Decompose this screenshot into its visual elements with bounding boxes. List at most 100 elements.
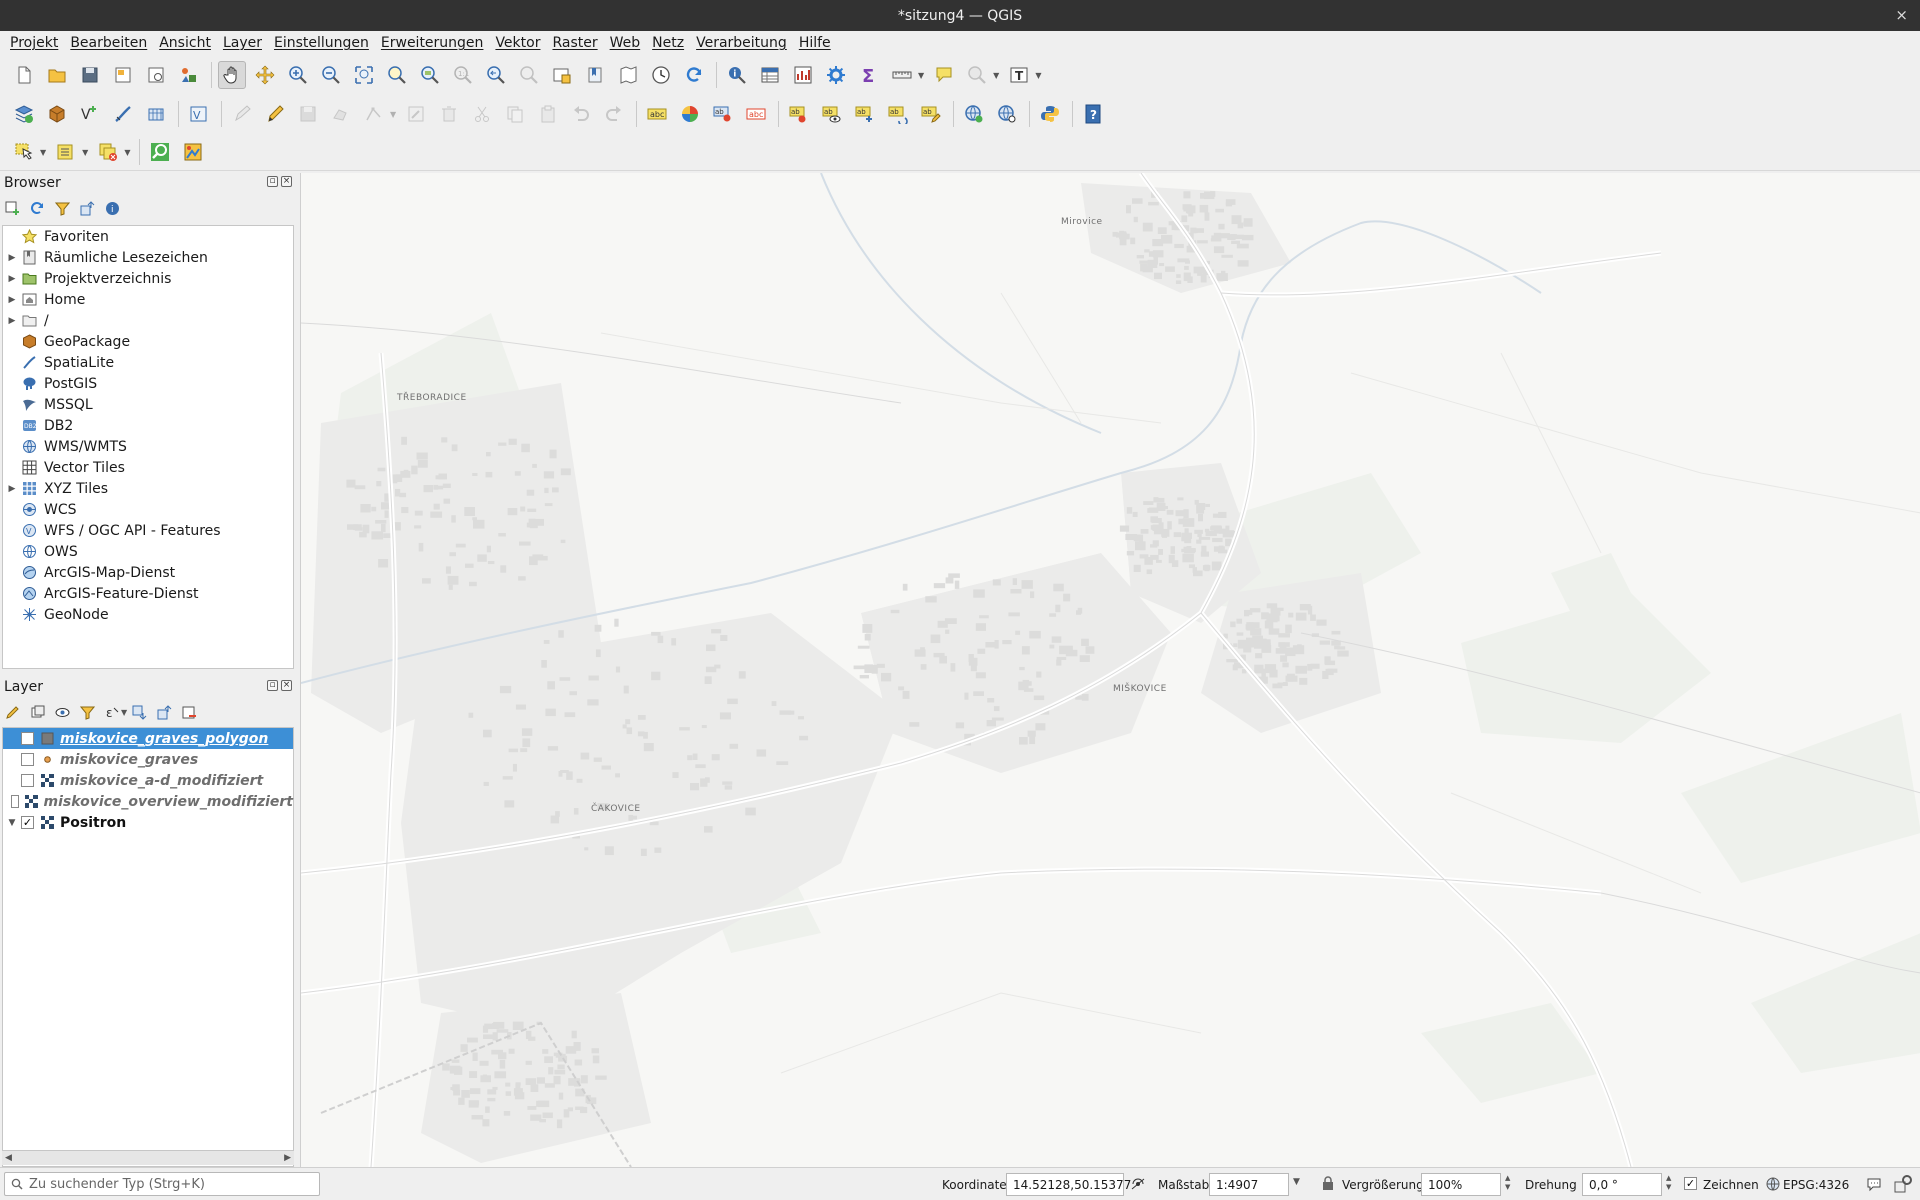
browser-item-wcs[interactable]: WCS (3, 499, 293, 520)
show-hide-labels-icon[interactable]: abc (742, 100, 770, 128)
new-spatialite-layer-icon[interactable] (109, 100, 137, 128)
highlight-pinned-labels-icon[interactable]: ab (785, 100, 813, 128)
chevron-down-icon[interactable]: ▼ (390, 110, 396, 119)
browser-item-db2[interactable]: DB2 DB2 (3, 415, 293, 436)
chevron-down-icon[interactable]: ▼ (993, 71, 999, 80)
map-canvas[interactable]: Mirovice TŘEBORADICE MIŠKOVICE ČAKOVICE (300, 173, 1920, 1167)
copy-features-icon[interactable] (501, 100, 529, 128)
crs-label[interactable]: EPSG:4326 (1783, 1178, 1849, 1192)
chevron-down-icon[interactable]: ▼ (82, 148, 88, 157)
menu-projekt[interactable]: Projekt (4, 35, 64, 51)
filter-browser-icon[interactable] (54, 200, 71, 217)
layer-diagram-icon[interactable] (676, 100, 704, 128)
change-label-icon[interactable]: ab (917, 100, 945, 128)
chevron-down-icon[interactable]: ▼ (40, 148, 46, 157)
metasearch-icon[interactable] (993, 100, 1021, 128)
close-panel-icon[interactable]: × (281, 176, 292, 187)
filter-by-expression-icon[interactable]: ε (104, 704, 121, 721)
new-shapefile-layer-icon[interactable]: V (76, 100, 104, 128)
properties-info-icon[interactable]: i (104, 200, 121, 217)
locator-search-input[interactable]: Zu suchender Typ (Strg+K) (4, 1172, 320, 1196)
new-temporary-layer-icon[interactable]: V (185, 100, 213, 128)
menu-erweiterungen[interactable]: Erweiterungen (375, 35, 490, 51)
browser-item-projektverzeichnis[interactable]: ▶ Projektverzeichnis (3, 268, 293, 289)
expand-all-icon[interactable] (131, 704, 148, 721)
locator-search-icon[interactable] (146, 138, 174, 166)
python-console-icon[interactable] (1036, 100, 1064, 128)
float-panel-icon[interactable]: ▫ (267, 176, 278, 187)
field-calculator-sum-icon[interactable]: Σ (855, 61, 883, 89)
new-map-view-icon[interactable] (548, 61, 576, 89)
paste-features-icon[interactable] (534, 100, 562, 128)
browser-item-geonode[interactable]: GeoNode (3, 604, 293, 625)
crs-globe-icon[interactable] (1766, 1177, 1780, 1194)
scale-dropdown-icon[interactable]: ▼ (1293, 1178, 1300, 1187)
menu-vektor[interactable]: Vektor (489, 35, 546, 51)
measure-line-icon[interactable] (888, 61, 916, 89)
chevron-down-icon[interactable]: ▼ (918, 71, 924, 80)
menu-layer[interactable]: Layer (217, 35, 268, 51)
new-virtual-layer-icon[interactable] (142, 100, 170, 128)
menu-raster[interactable]: Raster (546, 35, 603, 51)
layer-item-miskovice-graves[interactable]: miskovice_graves (3, 749, 293, 770)
expand-arrow-icon[interactable]: ▼ (3, 818, 21, 828)
zoom-out-icon[interactable] (317, 61, 345, 89)
rotation-spin-icon[interactable]: ▲ ▼ (1666, 1174, 1671, 1192)
add-group-icon[interactable] (29, 704, 46, 721)
zoom-in-icon[interactable] (284, 61, 312, 89)
layer-visibility-checkbox[interactable] (21, 753, 34, 766)
browser-item-mssql[interactable]: MSSQL (3, 394, 293, 415)
new-geopackage-layer-icon[interactable] (43, 100, 71, 128)
show-hide-label-icon[interactable]: ab (818, 100, 846, 128)
data-source-manager-icon[interactable] (10, 100, 38, 128)
browser-item-wms-wmts[interactable]: WMS/WMTS (3, 436, 293, 457)
scroll-right-icon[interactable]: ▶ (284, 1153, 291, 1163)
select-features-icon[interactable] (10, 138, 38, 166)
zoom-to-layer-icon[interactable] (416, 61, 444, 89)
modify-attributes-icon[interactable] (402, 100, 430, 128)
add-selected-layers-icon[interactable] (4, 200, 21, 217)
save-layer-edits-icon[interactable] (294, 100, 322, 128)
chevron-down-icon[interactable]: ▼ (121, 704, 127, 721)
browser-item-postgis[interactable]: PostGIS (3, 373, 293, 394)
undo-icon[interactable] (567, 100, 595, 128)
attribute-table-icon[interactable] (756, 61, 784, 89)
browser-item-[interactable]: ▶ / (3, 310, 293, 331)
magnifier-field[interactable]: 100% (1421, 1173, 1501, 1196)
browser-item-arcgis-feature-dienst[interactable]: ArcGIS-Feature-Dienst (3, 583, 293, 604)
map-tips-icon[interactable] (930, 61, 958, 89)
browser-item-ows[interactable]: OWS (3, 541, 293, 562)
pin-labels-icon[interactable]: ab (709, 100, 737, 128)
close-panel-icon[interactable]: × (281, 680, 292, 691)
browser-item-geopackage[interactable]: GeoPackage (3, 331, 293, 352)
rotate-label-icon[interactable]: ab (884, 100, 912, 128)
save-project-icon[interactable] (76, 61, 104, 89)
browser-item-home[interactable]: ▶ Home (3, 289, 293, 310)
float-panel-icon[interactable]: ▫ (267, 680, 278, 691)
new-print-layout-icon[interactable] (109, 61, 137, 89)
messages-icon[interactable] (1866, 1176, 1882, 1195)
filter-legend-icon[interactable] (79, 704, 96, 721)
redo-icon[interactable] (600, 100, 628, 128)
select-by-value-icon[interactable] (52, 138, 80, 166)
processing-toolbox-icon[interactable] (822, 61, 850, 89)
layer-item-miskovice-overview-modifiziert[interactable]: miskovice_overview_modifiziert (3, 791, 293, 812)
qgis-plugin-icon[interactable] (179, 138, 207, 166)
delete-selected-icon[interactable] (435, 100, 463, 128)
menu-verarbeitung[interactable]: Verarbeitung (690, 35, 793, 51)
zoom-to-selection-icon[interactable] (383, 61, 411, 89)
menu-ansicht[interactable]: Ansicht (153, 35, 217, 51)
current-edits-icon[interactable] (228, 100, 256, 128)
render-checkbox[interactable]: ✓ (1684, 1177, 1697, 1190)
new-bookmark-icon[interactable] (581, 61, 609, 89)
expand-arrow-icon[interactable]: ▶ (3, 295, 21, 305)
toggle-editing-icon[interactable] (261, 100, 289, 128)
zoom-full-icon[interactable] (350, 61, 378, 89)
open-project-icon[interactable] (43, 61, 71, 89)
style-manager-icon[interactable] (175, 61, 203, 89)
layer-visibility-checkbox[interactable]: ✓ (21, 816, 34, 829)
text-annotation-icon[interactable]: T (1005, 61, 1033, 89)
remove-layer-icon[interactable] (181, 704, 198, 721)
browser-item-wfs-ogc-api-features[interactable]: V WFS / OGC API - Features (3, 520, 293, 541)
expand-arrow-icon[interactable]: ▶ (3, 484, 21, 494)
